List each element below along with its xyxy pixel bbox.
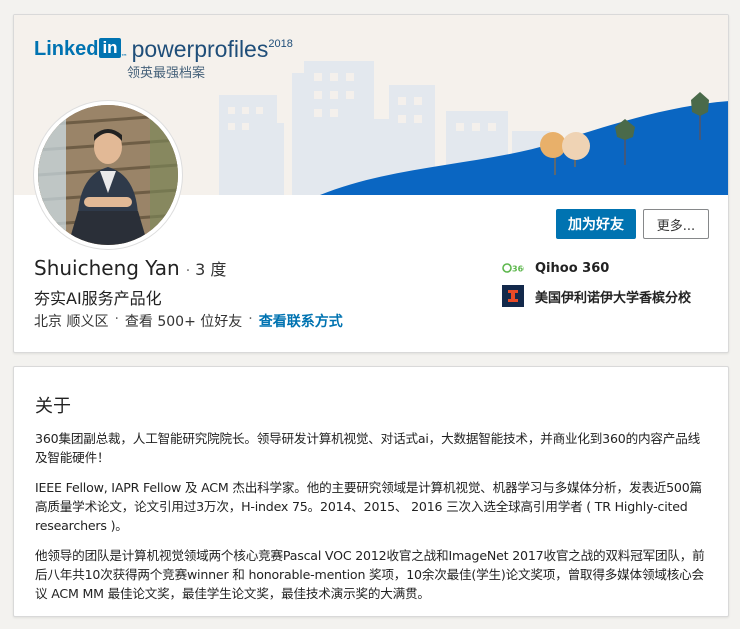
separator-dot: · — [248, 311, 253, 327]
separator-dot: · — [114, 311, 119, 327]
svg-text:360: 360 — [512, 265, 524, 274]
linkedin-wordmark: Linked — [34, 38, 99, 60]
illinois-logo-icon — [502, 285, 524, 307]
separator-dot: · — [185, 263, 191, 279]
company-name: Qihoo 360 — [535, 260, 610, 276]
name-row: Shuicheng Yan · 3 度 — [34, 256, 226, 280]
banner-subtitle: 领英最强档案 — [127, 66, 206, 81]
connect-button[interactable]: 加为好友 — [556, 209, 636, 239]
about-paragraph: 360集团副总裁，人工智能研究院院长。领导研发计算机视觉、对话式ai，大数据智能… — [35, 431, 700, 465]
profile-card: Linked in ™ powerprofiles 2018 领英最强档案 加为… — [13, 14, 729, 353]
about-title: 关于 — [35, 396, 71, 417]
connections-count: 查看 500+ 位好友 — [124, 314, 243, 330]
contact-info-link[interactable]: 查看联系方式 — [259, 311, 343, 331]
trademark-mark: ™ — [120, 53, 128, 61]
about-paragraph: 他领导的团队是计算机视觉领域两个核心竞赛Pascal VOC 2012收官之战和… — [35, 548, 705, 601]
powerprofiles-year: 2018 — [268, 38, 293, 50]
about-card: 关于 360集团副总裁，人工智能研究院院长。领导研发计算机视觉、对话式ai，大数… — [13, 366, 729, 617]
profile-photo — [38, 105, 178, 245]
about-paragraph: IEEE Fellow, IAPR Fellow 及 ACM 杰出科学家。他的主… — [35, 480, 702, 533]
location: 北京 顺义区 — [34, 314, 109, 330]
more-button[interactable]: 更多... — [643, 209, 709, 239]
qihoo-360-logo-icon: 360 — [502, 258, 524, 278]
company-link[interactable]: 360 Qihoo 360 — [502, 258, 609, 278]
linkedin-powerprofiles-logo: Linked in ™ powerprofiles 2018 — [34, 37, 293, 61]
profile-headline: 夯实AI服务产品化 — [34, 289, 162, 308]
school-name: 美国伊利诺伊大学香槟分校 — [535, 290, 692, 306]
connection-degree: 3 度 — [195, 260, 227, 279]
school-link[interactable]: 美国伊利诺伊大学香槟分校 — [502, 285, 691, 307]
linkedin-in-box: in — [99, 38, 121, 58]
profile-meta: 北京 顺义区 · 查看 500+ 位好友 · 查看联系方式 — [34, 311, 343, 331]
powerprofiles-wordmark: powerprofiles — [131, 36, 269, 62]
profile-name: Shuicheng Yan — [34, 256, 180, 280]
avatar[interactable] — [34, 101, 182, 249]
